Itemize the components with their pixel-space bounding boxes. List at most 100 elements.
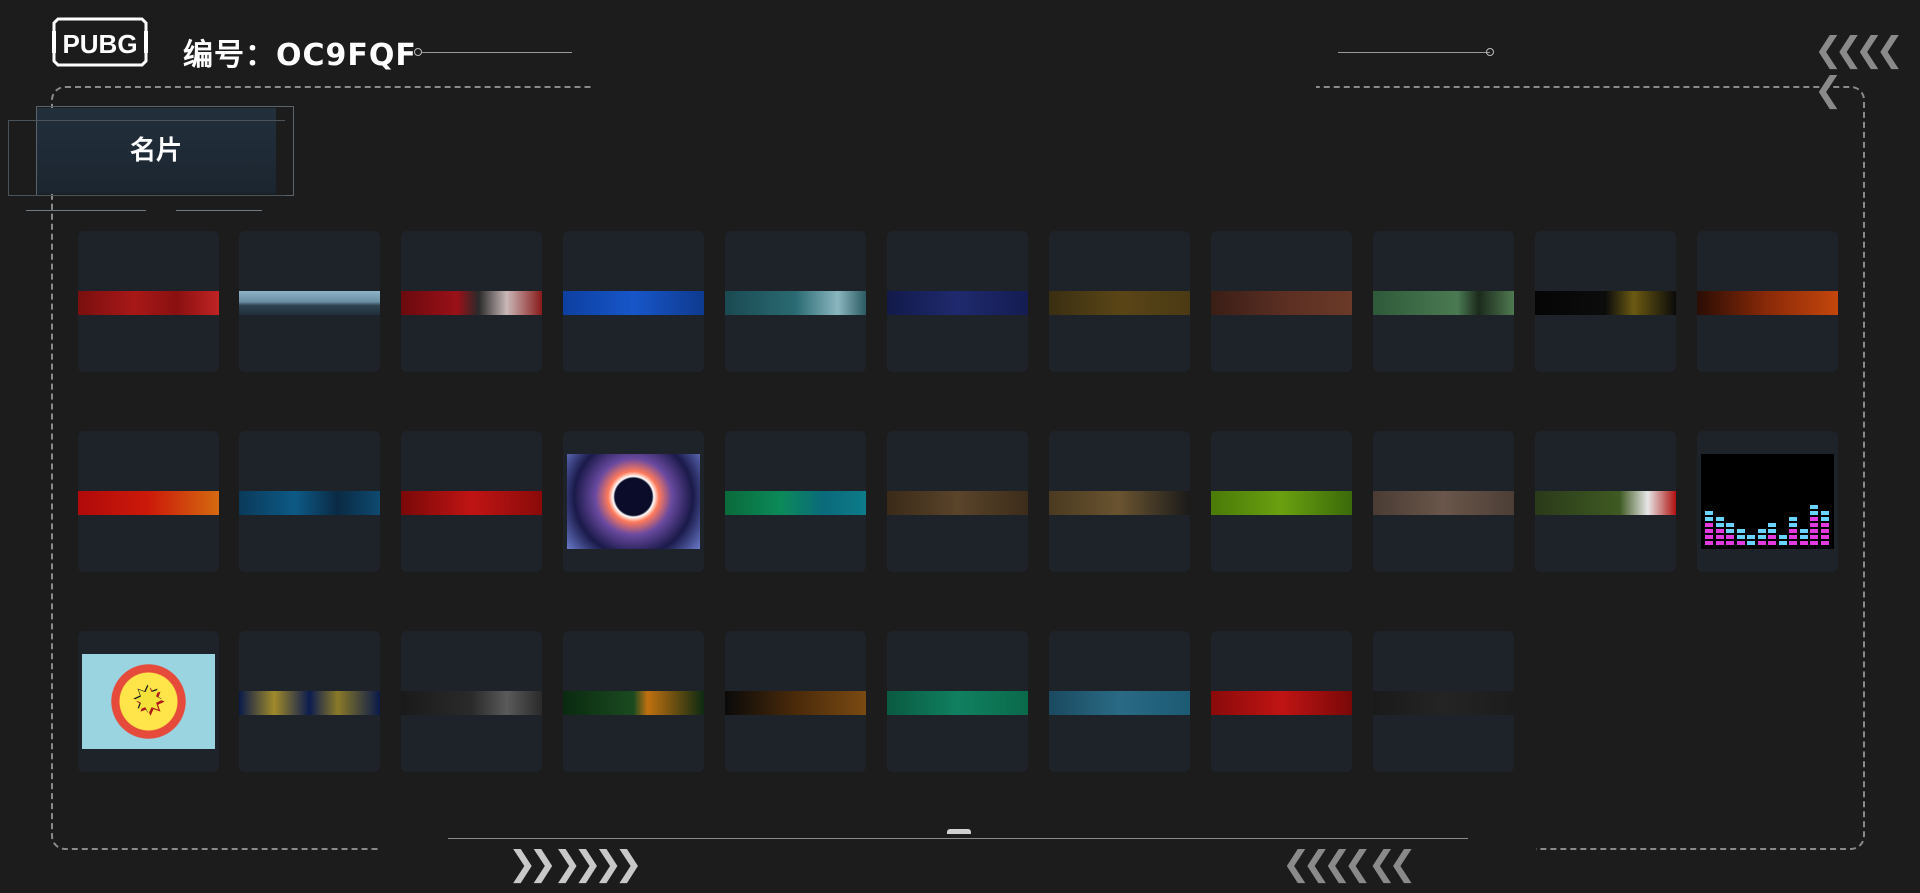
equalizer-bar	[1789, 529, 1797, 533]
card-lime-green[interactable]	[1211, 431, 1352, 572]
card-shark-mouth[interactable]	[1535, 431, 1676, 572]
equalizer-bar	[1820, 529, 1829, 533]
equalizer-bar	[1757, 541, 1766, 545]
card-stripe	[401, 291, 542, 315]
card-green-teal[interactable]	[725, 431, 866, 572]
equalizer-bar	[1789, 535, 1797, 539]
card-bronze-ornate[interactable]	[1049, 231, 1190, 372]
card-stripe	[1049, 691, 1190, 715]
card-red-orange[interactable]	[78, 431, 219, 572]
card-taupe-pattern[interactable]	[1373, 431, 1514, 572]
card-red-diamond[interactable]	[1211, 631, 1352, 772]
equalizer-bar	[1768, 535, 1776, 539]
equalizer-bar	[1820, 517, 1829, 521]
card-orange-flourish[interactable]	[1697, 231, 1838, 372]
equalizer-bar	[1799, 535, 1808, 539]
card-tan-feather[interactable]	[1049, 431, 1190, 572]
equalizer-bar	[1768, 523, 1776, 527]
equalizer-bar	[1726, 523, 1734, 527]
card-blue-camo[interactable]	[239, 431, 380, 572]
equalizer-bar	[1715, 535, 1724, 539]
card-stripe	[725, 491, 866, 515]
section-tab-underline-left	[26, 210, 146, 211]
card-crimson-splash[interactable]	[401, 431, 542, 572]
header-line-dot-left	[414, 48, 422, 56]
card-stripe	[1535, 491, 1676, 515]
card-stripe	[1373, 691, 1514, 715]
equalizer-bar	[1757, 535, 1766, 539]
equalizer-bar	[1715, 541, 1724, 545]
card-stripe	[1697, 291, 1838, 315]
card-green-hand[interactable]	[1373, 231, 1514, 372]
equalizer-bar	[1799, 541, 1808, 545]
equalizer-bar	[1768, 529, 1776, 533]
equalizer-bar	[1820, 535, 1829, 539]
card-stripe	[887, 691, 1028, 715]
bang-burst-icon: ✸	[134, 682, 163, 720]
card-red-dragon[interactable]	[401, 231, 542, 372]
card-jungle-eye[interactable]	[563, 631, 704, 772]
card-dark-knit[interactable]	[401, 631, 542, 772]
card-stripe	[563, 291, 704, 315]
equalizer-bar	[1726, 541, 1734, 545]
equalizer-bar	[1789, 541, 1797, 545]
card-stripe	[78, 491, 219, 515]
card-eclipse[interactable]	[563, 431, 704, 572]
equalizer-bar	[1768, 541, 1776, 545]
card-stripe	[1211, 291, 1352, 315]
card-equalizer[interactable]	[1697, 431, 1838, 572]
equalizer-bar	[1757, 529, 1766, 533]
equalizer-bar	[1715, 523, 1724, 527]
equalizer-bar	[1705, 529, 1713, 533]
card-stripe	[239, 491, 380, 515]
player-id-label: 编号：OC9FQF	[183, 38, 417, 73]
header-line-left	[422, 52, 572, 53]
equalizer-bar	[1705, 517, 1713, 521]
panel-gap-top	[592, 84, 1316, 90]
pubg-logo: PUBG	[52, 17, 148, 67]
pubg-logo-text: PUBG	[62, 29, 137, 59]
card-red-pattern[interactable]	[78, 231, 219, 372]
equalizer-bar	[1810, 511, 1818, 515]
equalizer-thumbnail	[1701, 454, 1834, 549]
card-bang[interactable]: ✸	[78, 631, 219, 772]
equalizer-bar	[1747, 535, 1755, 539]
equalizer-bar	[1726, 529, 1734, 533]
equalizer-bar	[1736, 529, 1745, 533]
page-prev-chevrons-icon[interactable]: ❯❯ ❯❯❯❯	[508, 844, 643, 884]
card-navy-gold[interactable]	[239, 631, 380, 772]
section-title: 名片	[129, 136, 182, 166]
card-navy-clouds[interactable]	[887, 231, 1028, 372]
equalizer-bar	[1820, 523, 1829, 527]
card-tiger-stripe[interactable]	[725, 631, 866, 772]
card-green-scale[interactable]	[887, 631, 1028, 772]
card-stripe	[239, 291, 380, 315]
equalizer-bar	[1810, 535, 1818, 539]
equalizer-bar	[1810, 523, 1818, 527]
card-teal-geo[interactable]	[1049, 631, 1190, 772]
card-mountain[interactable]	[239, 231, 380, 372]
card-stripe	[725, 291, 866, 315]
card-black-gold[interactable]	[1535, 231, 1676, 372]
equalizer-bar	[1715, 517, 1724, 521]
equalizer-bar	[1810, 529, 1818, 533]
scroll-indicator[interactable]	[947, 829, 971, 834]
equalizer-bar	[1789, 523, 1797, 527]
card-charcoal[interactable]	[1373, 631, 1514, 772]
equalizer-bar	[1705, 523, 1713, 527]
card-stripe	[1049, 291, 1190, 315]
card-stripe	[78, 291, 219, 315]
card-brown-swirl[interactable]	[1211, 231, 1352, 372]
card-brown-snake[interactable]	[887, 431, 1028, 572]
equalizer-bar	[1747, 541, 1755, 545]
card-blue-tribal[interactable]	[563, 231, 704, 372]
card-stripe	[1049, 491, 1190, 515]
eclipse-thumbnail	[567, 454, 700, 549]
equalizer-bar	[1820, 511, 1829, 515]
card-teal-lion[interactable]	[725, 231, 866, 372]
header-line-right	[1338, 52, 1490, 53]
equalizer-bar	[1778, 535, 1787, 539]
equalizer-bar	[1705, 535, 1713, 539]
bottom-divider	[448, 838, 1468, 839]
page-next-chevrons-icon[interactable]: ❮❮❮❮ ❮❮	[1282, 844, 1417, 884]
